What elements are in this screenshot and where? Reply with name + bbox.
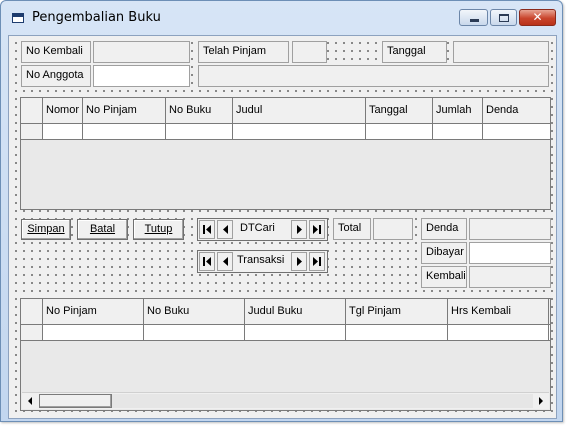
last-record-icon (313, 257, 321, 266)
previous-record-icon (223, 225, 228, 234)
column-header-tanggal[interactable]: Tanggal (366, 98, 433, 124)
row-selector[interactable] (21, 124, 43, 140)
first-record-icon (203, 225, 211, 234)
column-header-judul-buku[interactable]: Judul Buku (245, 299, 346, 325)
no-kembali-field[interactable] (93, 41, 190, 63)
nama-anggota-field[interactable] (198, 65, 549, 87)
grid-cell[interactable] (43, 325, 144, 341)
dtcari-next-button[interactable] (291, 220, 307, 239)
transaksi-grid-header: No Pinjam No Buku Judul Buku Tgl Pinjam … (21, 299, 550, 325)
column-header-no-buku[interactable]: No Buku (166, 98, 233, 124)
denda-label: Denda (421, 218, 467, 240)
tanggal-label: Tanggal (382, 41, 447, 63)
total-field[interactable] (373, 218, 413, 240)
grid-cell[interactable] (144, 325, 245, 341)
no-kembali-label: No Kembali (21, 41, 91, 63)
dtcari-first-button[interactable] (199, 220, 215, 239)
scroll-track[interactable] (112, 394, 533, 408)
scroll-right-icon (539, 397, 543, 405)
grid-cell[interactable] (549, 325, 550, 341)
grid-cell[interactable] (166, 124, 233, 140)
grid-header-corner (21, 98, 43, 124)
simpan-button[interactable]: Simpan (21, 219, 71, 240)
title-bar[interactable]: Pengembalian Buku ✕ (1, 1, 562, 31)
scroll-right-button[interactable] (534, 394, 548, 408)
dibayar-label: Dibayar (421, 242, 467, 264)
column-header-truncated[interactable]: J (549, 299, 550, 325)
row-selector[interactable] (21, 325, 43, 341)
main-window: Pengembalian Buku ✕ No Kembali Telah Pin… (0, 0, 563, 422)
tanggal-field[interactable] (453, 41, 549, 63)
detail-grid[interactable]: Nomor No Pinjam No Buku Judul Tanggal Ju… (20, 97, 551, 210)
transaksi-navigator: Transaksi (197, 250, 328, 273)
close-icon: ✕ (532, 10, 543, 24)
transaksi-last-button[interactable] (309, 252, 325, 271)
total-label: Total (333, 218, 371, 240)
grid-cell[interactable] (433, 124, 483, 140)
horizontal-scrollbar[interactable] (22, 392, 549, 409)
grid-cell[interactable] (83, 124, 166, 140)
denda-field[interactable] (469, 218, 551, 240)
column-header-denda[interactable]: Denda (483, 98, 550, 124)
grid-cell[interactable] (346, 325, 448, 341)
first-record-icon (203, 257, 211, 266)
transaksi-caption: Transaksi (237, 254, 285, 266)
kembali-field[interactable] (469, 266, 551, 288)
dtcari-navigator: DTCari (197, 218, 328, 241)
grid-cell[interactable] (366, 124, 433, 140)
dtcari-prev-button[interactable] (217, 220, 233, 239)
minimize-icon (470, 19, 479, 22)
transaksi-first-button[interactable] (199, 252, 215, 271)
telah-pinjam-label: Telah Pinjam (198, 41, 289, 63)
maximize-button[interactable] (490, 9, 517, 26)
transaksi-next-button[interactable] (291, 252, 307, 271)
grid-cell[interactable] (448, 325, 549, 341)
column-header-no-buku[interactable]: No Buku (144, 299, 245, 325)
scroll-left-button[interactable] (23, 394, 37, 408)
grid-cell[interactable] (43, 124, 83, 140)
table-row[interactable] (21, 124, 550, 140)
kembali-label: Kembali (421, 266, 467, 288)
table-row[interactable] (21, 325, 550, 341)
next-record-icon (297, 257, 302, 266)
window-title: Pengembalian Buku (32, 10, 161, 25)
column-header-nomor[interactable]: Nomor (43, 98, 83, 124)
tutup-button[interactable]: Tutup (133, 219, 184, 240)
telah-pinjam-field[interactable] (292, 41, 327, 63)
grid-cell[interactable] (483, 124, 550, 140)
column-header-tgl-pinjam[interactable]: Tgl Pinjam (346, 299, 448, 325)
previous-record-icon (223, 257, 228, 266)
no-anggota-label: No Anggota (21, 65, 91, 87)
form-icon (12, 13, 24, 23)
column-header-hrs-kembali[interactable]: Hrs Kembali (448, 299, 549, 325)
column-header-judul[interactable]: Judul (233, 98, 366, 124)
transaksi-prev-button[interactable] (217, 252, 233, 271)
column-header-no-pinjam[interactable]: No Pinjam (83, 98, 166, 124)
next-record-icon (297, 225, 302, 234)
no-anggota-input[interactable] (93, 65, 190, 87)
dtcari-caption: DTCari (240, 222, 275, 234)
detail-grid-header: Nomor No Pinjam No Buku Judul Tanggal Ju… (21, 98, 550, 124)
minimize-button[interactable] (459, 9, 488, 26)
last-record-icon (313, 225, 321, 234)
scroll-thumb[interactable] (39, 394, 112, 408)
grid-cell[interactable] (233, 124, 366, 140)
form-area: No Kembali Telah Pinjam Tanggal No Anggo… (8, 35, 557, 419)
scroll-left-icon (28, 397, 32, 405)
column-header-jumlah[interactable]: Jumlah (433, 98, 483, 124)
batal-button[interactable]: Batal (77, 219, 128, 240)
column-header-no-pinjam[interactable]: No Pinjam (43, 299, 144, 325)
grid-cell[interactable] (245, 325, 346, 341)
grid-header-corner (21, 299, 43, 325)
maximize-icon (499, 14, 509, 22)
transaksi-grid[interactable]: No Pinjam No Buku Judul Buku Tgl Pinjam … (20, 298, 551, 411)
close-button[interactable]: ✕ (519, 9, 556, 26)
dibayar-input[interactable] (469, 242, 551, 264)
dtcari-last-button[interactable] (309, 220, 325, 239)
